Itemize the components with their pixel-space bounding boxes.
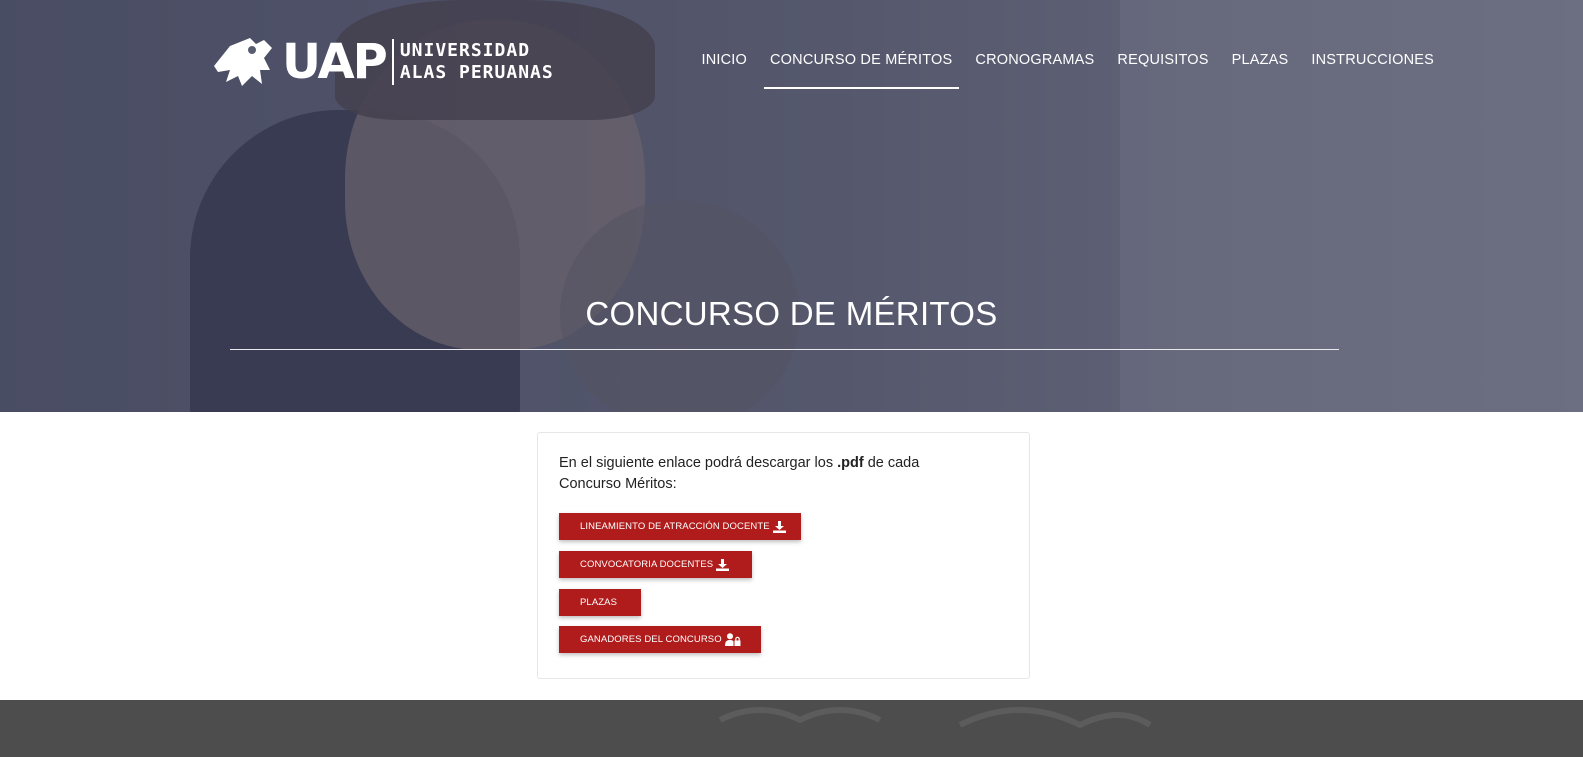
nav-item-concurso-de-meritos[interactable]: CONCURSO DE MÉRITOS (759, 50, 964, 89)
main-navigation: INICIO CONCURSO DE MÉRITOS CRONOGRAMAS R… (690, 50, 1446, 89)
university-logo[interactable]: UAP UNIVERSIDAD ALAS PERUANAS (212, 36, 554, 88)
lineamiento-download-button[interactable]: LINEAMIENTO DE ATRACCIÓN DOCENTE (559, 513, 801, 540)
download-icon (716, 558, 730, 571)
nav-item-requisitos[interactable]: REQUISITOS (1106, 50, 1220, 78)
logo-abbreviation: UAP (282, 34, 388, 90)
ganadores-button[interactable]: GANADORES DEL CONCURSO (559, 626, 761, 653)
plazas-button[interactable]: PLAZAS (559, 589, 641, 616)
user-lock-icon (724, 633, 741, 646)
title-divider (230, 349, 1339, 350)
intro-text-before: En el siguiente enlace podrá descargar l… (559, 455, 838, 471)
button-label: GANADORES DEL CONCURSO (580, 634, 722, 645)
footer-emblem-watermark-icon (718, 707, 1152, 729)
logo-name: UNIVERSIDAD ALAS PERUANAS (400, 40, 554, 84)
button-label: PLAZAS (580, 597, 618, 608)
nav-item-cronogramas[interactable]: CRONOGRAMAS (964, 50, 1106, 78)
downloads-intro-text: En el siguiente enlace podrá descargar l… (559, 453, 979, 495)
condor-emblem-icon (214, 38, 272, 86)
page-footer (0, 700, 1583, 757)
intro-text-bold: .pdf (837, 455, 864, 471)
page-title: CONCURSO DE MÉRITOS (585, 295, 998, 332)
logo-name-line2: ALAS PERUANAS (399, 62, 554, 83)
button-label: CONVOCATORIA DOCENTES (580, 559, 714, 570)
logo-name-line1: UNIVERSIDAD (399, 40, 531, 61)
hero-banner: UAP UNIVERSIDAD ALAS PERUANAS INICIO CON… (0, 0, 1583, 412)
nav-item-plazas[interactable]: PLAZAS (1220, 50, 1300, 78)
nav-item-instrucciones[interactable]: INSTRUCCIONES (1300, 50, 1446, 78)
button-label: LINEAMIENTO DE ATRACCIÓN DOCENTE (580, 521, 770, 532)
logo-separator (391, 39, 394, 85)
download-icon (772, 520, 786, 533)
nav-item-inicio[interactable]: INICIO (690, 50, 759, 78)
convocatoria-download-button[interactable]: CONVOCATORIA DOCENTES (559, 551, 752, 578)
downloads-card: En el siguiente enlace podrá descargar l… (537, 432, 1030, 679)
